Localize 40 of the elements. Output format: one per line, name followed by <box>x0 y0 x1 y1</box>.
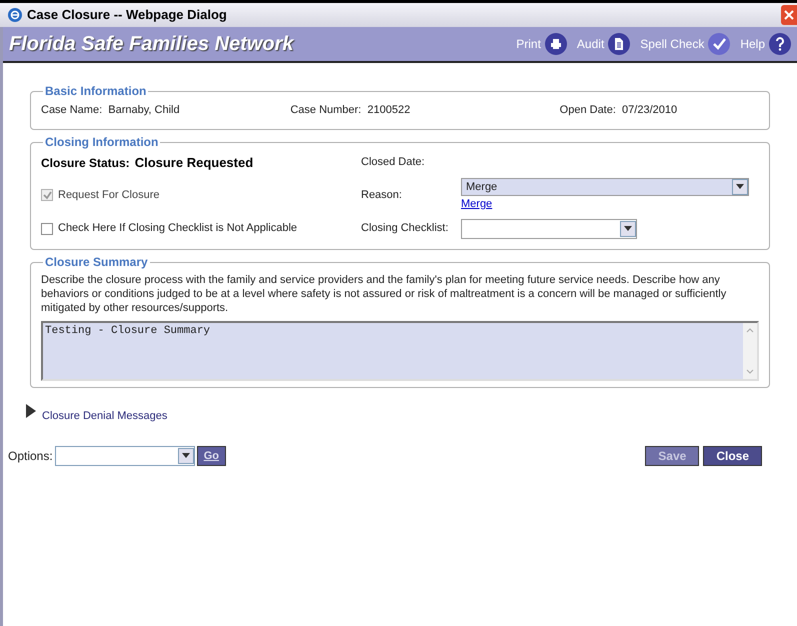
summary-text: Testing - Closure Summary <box>44 324 212 338</box>
reason-label: Reason: <box>361 188 403 203</box>
dropdown-caret-icon <box>178 448 194 464</box>
document-icon <box>608 33 630 55</box>
checkbox-label: Check Here If Closing Checklist is Not Applicable <box>58 221 298 236</box>
help-icon <box>769 33 791 55</box>
denial-messages-link[interactable]: Closure Denial Messages <box>42 408 168 424</box>
options-label: Options: <box>8 448 53 465</box>
header-action-button[interactable]: Help <box>740 33 791 55</box>
status-value: Closure Requested <box>134 154 254 172</box>
scroll-bar-icon <box>743 322 757 378</box>
header-action-button[interactable]: Print <box>516 33 567 55</box>
info-field: Case Number: 2100522 <box>280 102 520 118</box>
checkbox[interactable] <box>41 222 53 234</box>
dropdown-caret-icon <box>732 179 748 195</box>
expand-arrow-icon[interactable] <box>26 404 36 418</box>
info-field: Open Date: 07/23/2010 <box>520 102 759 118</box>
status-label: Closure Status: <box>41 154 130 172</box>
checklist-select[interactable] <box>461 218 637 238</box>
action-button[interactable]: Close <box>703 446 762 466</box>
summary-text-area[interactable]: Testing - Closure Summary <box>41 320 759 380</box>
info-field: Case Name: Barnaby, Child <box>41 102 280 118</box>
reason-select[interactable]: Merge <box>461 178 749 196</box>
app-title: Florida Safe Families Network <box>9 32 295 57</box>
go-button[interactable]: Go <box>196 446 226 466</box>
close-icon <box>784 10 794 20</box>
options-select[interactable] <box>54 446 195 466</box>
summary-description: Describe the closure process with the family and service providers and the family's plan for meeting future service needs. Describe how any behaviors or conditions judged to be at a level where safety is not assured or risk of maltreatment is a concern will be managed or sufficiently mitigated by other resources/supports. <box>41 272 728 314</box>
close-button[interactable] <box>781 5 797 25</box>
header-action-button[interactable]: Audit <box>576 33 630 55</box>
printer-icon <box>544 33 567 55</box>
browser-icon <box>8 8 22 22</box>
reason-link[interactable]: Merge <box>461 196 492 212</box>
checkbox-label: Request For Closure <box>58 188 160 203</box>
checklist-label: Closing Checklist: <box>361 221 450 236</box>
window-title: Case Closure -- Webpage Dialog <box>27 6 228 24</box>
header-action-button[interactable]: Spell Check <box>640 33 730 55</box>
spell-check-icon <box>708 33 730 55</box>
closed-date-label: Closed Date: <box>361 155 426 170</box>
dropdown-caret-icon <box>620 220 636 236</box>
